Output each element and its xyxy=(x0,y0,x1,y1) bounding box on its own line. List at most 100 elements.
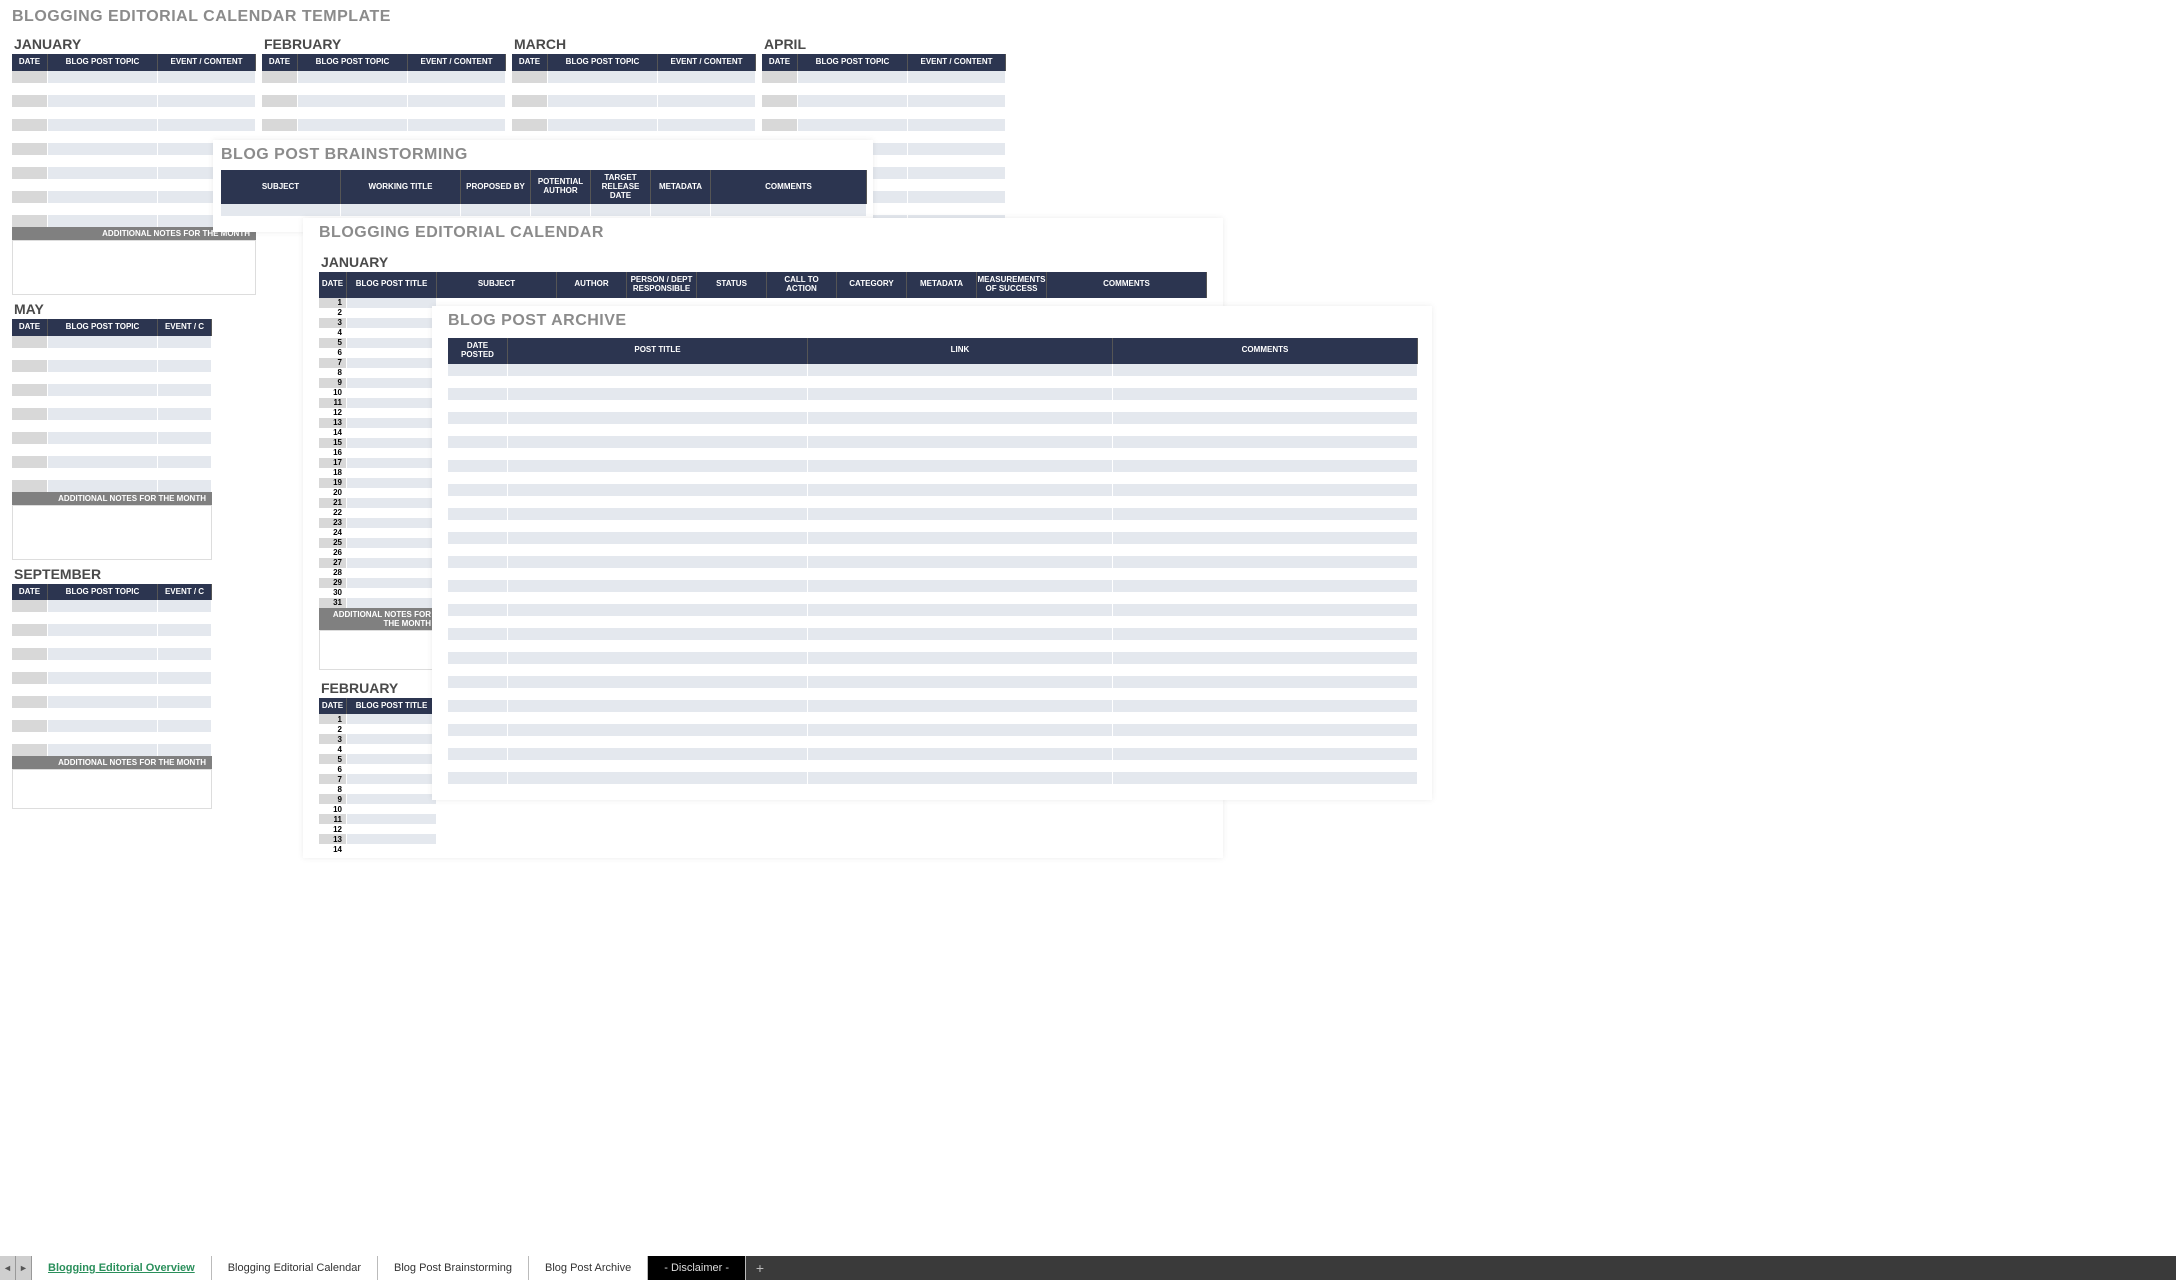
table-row[interactable] xyxy=(448,640,1428,652)
table-row[interactable] xyxy=(12,348,212,360)
table-row[interactable] xyxy=(262,107,506,119)
table-row[interactable] xyxy=(12,744,212,756)
table-row[interactable] xyxy=(12,408,212,420)
table-row[interactable] xyxy=(448,484,1428,496)
notes-box[interactable] xyxy=(12,240,256,295)
table-row[interactable] xyxy=(448,520,1428,532)
table-row[interactable] xyxy=(12,107,256,119)
table-row[interactable] xyxy=(12,732,212,744)
notes-box[interactable] xyxy=(12,505,212,560)
table-row[interactable] xyxy=(448,412,1428,424)
table-row[interactable] xyxy=(448,508,1428,520)
table-row[interactable] xyxy=(512,107,756,119)
table-row[interactable] xyxy=(448,700,1428,712)
table-row[interactable] xyxy=(512,83,756,95)
table-row[interactable] xyxy=(448,652,1428,664)
table-row[interactable] xyxy=(12,336,212,348)
table-row[interactable] xyxy=(512,119,756,131)
notes-box[interactable] xyxy=(12,769,212,809)
table-row[interactable] xyxy=(12,660,212,672)
table-row[interactable] xyxy=(12,384,212,396)
table-row[interactable] xyxy=(762,83,1006,95)
sheet-tab[interactable]: Blog Post Brainstorming xyxy=(378,1256,529,1280)
table-row[interactable] xyxy=(12,468,212,480)
table-row[interactable] xyxy=(12,95,256,107)
table-row[interactable] xyxy=(448,580,1428,592)
table-row[interactable] xyxy=(12,612,212,624)
table-row[interactable] xyxy=(448,664,1428,676)
table-row[interactable] xyxy=(12,624,212,636)
table-row[interactable]: 12 xyxy=(319,824,1219,834)
table-row[interactable] xyxy=(448,628,1428,640)
table-row[interactable] xyxy=(448,616,1428,628)
sheet-tab[interactable]: Blogging Editorial Overview xyxy=(32,1256,212,1280)
table-row[interactable] xyxy=(12,83,256,95)
notes-box[interactable] xyxy=(319,630,437,670)
table-row[interactable] xyxy=(448,724,1428,736)
table-row[interactable] xyxy=(448,400,1428,412)
table-row[interactable] xyxy=(448,544,1428,556)
table-row[interactable] xyxy=(262,119,506,131)
table-row[interactable] xyxy=(448,460,1428,472)
table-row[interactable] xyxy=(448,676,1428,688)
table-row[interactable] xyxy=(12,432,212,444)
table-row[interactable] xyxy=(448,772,1428,784)
table-row[interactable] xyxy=(12,420,212,432)
table-row[interactable]: 14 xyxy=(319,844,1219,854)
add-sheet-button[interactable]: + xyxy=(746,1256,774,1280)
table-row[interactable] xyxy=(448,496,1428,508)
table-row[interactable] xyxy=(12,396,212,408)
table-row[interactable] xyxy=(762,119,1006,131)
table-row[interactable] xyxy=(221,204,869,216)
table-row[interactable] xyxy=(12,444,212,456)
table-row[interactable] xyxy=(12,708,212,720)
sheet-tab[interactable]: Blog Post Archive xyxy=(529,1256,648,1280)
sheet-tab[interactable]: - Disclaimer - xyxy=(648,1256,746,1280)
table-row[interactable] xyxy=(448,736,1428,748)
table-row[interactable]: 10 xyxy=(319,804,1219,814)
table-row[interactable] xyxy=(448,376,1428,388)
table-row[interactable] xyxy=(448,436,1428,448)
table-row[interactable]: 13 xyxy=(319,834,1219,844)
table-row[interactable] xyxy=(448,784,1428,796)
table-row[interactable] xyxy=(262,71,506,83)
table-row[interactable] xyxy=(762,71,1006,83)
table-row[interactable] xyxy=(448,472,1428,484)
table-row[interactable] xyxy=(262,95,506,107)
table-row[interactable] xyxy=(448,760,1428,772)
table-row[interactable] xyxy=(12,600,212,612)
table-row[interactable] xyxy=(12,696,212,708)
table-row[interactable] xyxy=(448,592,1428,604)
table-row[interactable] xyxy=(12,720,212,732)
table-row[interactable] xyxy=(12,636,212,648)
table-row[interactable] xyxy=(12,456,212,468)
table-row[interactable] xyxy=(12,672,212,684)
table-row[interactable] xyxy=(12,360,212,372)
table-row[interactable] xyxy=(448,604,1428,616)
table-row[interactable] xyxy=(448,424,1428,436)
table-row[interactable] xyxy=(448,388,1428,400)
table-row[interactable] xyxy=(12,480,212,492)
tab-nav-prev[interactable]: ◄ xyxy=(0,1256,16,1280)
table-row[interactable] xyxy=(448,364,1428,376)
sheet-tab[interactable]: Blogging Editorial Calendar xyxy=(212,1256,378,1280)
table-row[interactable] xyxy=(12,372,212,384)
table-row[interactable] xyxy=(12,684,212,696)
tab-nav-next[interactable]: ► xyxy=(16,1256,32,1280)
table-row[interactable]: 11 xyxy=(319,814,1219,824)
table-row[interactable] xyxy=(448,448,1428,460)
table-row[interactable] xyxy=(12,648,212,660)
table-row[interactable] xyxy=(12,71,256,83)
table-row[interactable] xyxy=(448,568,1428,580)
table-row[interactable] xyxy=(762,107,1006,119)
table-row[interactable] xyxy=(448,712,1428,724)
table-row[interactable] xyxy=(512,71,756,83)
table-row[interactable] xyxy=(262,83,506,95)
table-row[interactable] xyxy=(448,748,1428,760)
table-row[interactable] xyxy=(512,95,756,107)
table-row[interactable] xyxy=(12,119,256,131)
table-row[interactable] xyxy=(448,532,1428,544)
table-row[interactable] xyxy=(448,556,1428,568)
table-row[interactable] xyxy=(448,688,1428,700)
table-row[interactable] xyxy=(762,95,1006,107)
